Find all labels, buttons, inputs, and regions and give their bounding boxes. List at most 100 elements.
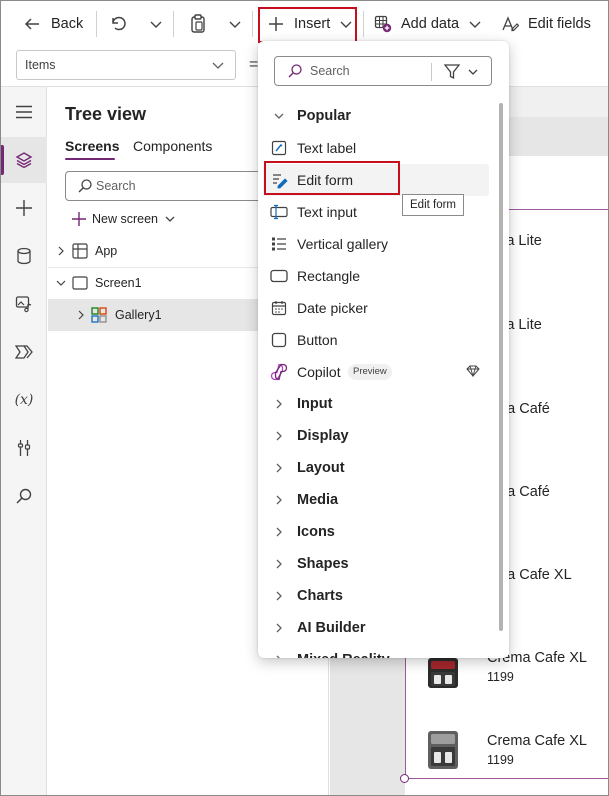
menu-item-label: Mixed Reality — [297, 652, 390, 658]
new-screen-button[interactable]: New screen — [72, 208, 176, 230]
gallery-item-price: 1199 — [487, 753, 514, 767]
advanced-tools-rail-button[interactable] — [1, 425, 47, 471]
menu-item-date-picker[interactable]: Date picker — [258, 292, 509, 324]
menu-item-text-input[interactable]: Text input — [258, 196, 509, 228]
menu-item-label: Input — [297, 396, 333, 412]
menu-category-charts[interactable]: Charts — [258, 580, 509, 612]
menu-category-media[interactable]: Media — [258, 484, 509, 516]
tree-view-title: Tree view — [65, 104, 147, 124]
chevron-right-icon — [270, 491, 288, 509]
layers-icon — [15, 152, 33, 169]
variables-rail-button[interactable]: (x) — [1, 377, 47, 423]
chevron-down-icon[interactable] — [467, 66, 479, 78]
media-rail-button[interactable] — [1, 281, 47, 327]
insert-search-placeholder: Search — [310, 64, 350, 78]
undo-button[interactable] — [109, 9, 127, 39]
menu-item-label: AI Builder — [297, 620, 366, 636]
edit-fields-button[interactable]: Edit fields — [501, 9, 591, 39]
resize-handle[interactable] — [400, 774, 409, 783]
tools-icon — [17, 440, 31, 456]
menu-item-button[interactable]: Button — [258, 324, 509, 356]
search-icon — [288, 64, 302, 78]
chevron-right-icon — [270, 395, 288, 413]
active-tab-indicator — [65, 158, 115, 160]
menu-item-label: Copilot — [297, 364, 341, 380]
menu-item-label: Display — [297, 428, 349, 444]
add-data-button[interactable]: Add data — [374, 9, 482, 39]
search-rail-button[interactable] — [1, 473, 47, 519]
date-picker-icon — [270, 299, 288, 317]
menu-category-shapes[interactable]: Shapes — [258, 548, 509, 580]
tab-screens[interactable]: Screens — [65, 138, 119, 154]
app-icon — [72, 243, 88, 259]
add-data-icon — [374, 15, 392, 33]
menu-item-label: Media — [297, 492, 339, 508]
menu-category-layout[interactable]: Layout — [258, 452, 509, 484]
chevron-right-icon — [270, 619, 288, 637]
property-dropdown[interactable]: Items — [16, 50, 236, 80]
menu-category-mixed-reality[interactable]: Mixed Reality — [258, 644, 509, 658]
menu-item-rectangle[interactable]: Rectangle — [258, 260, 509, 292]
add-data-label: Add data — [401, 16, 460, 32]
plus-icon — [16, 200, 32, 216]
back-label: Back — [51, 16, 84, 32]
menu-category-display[interactable]: Display — [258, 420, 509, 452]
hamburger-icon — [16, 105, 32, 119]
insert-dropdown-menu: Search Popular Text label Edit form Text in… — [258, 41, 509, 658]
divider — [96, 11, 97, 37]
insert-search-input[interactable]: Search — [274, 56, 492, 86]
database-icon — [17, 247, 31, 265]
undo-dropdown[interactable] — [149, 9, 163, 39]
menu-category-popular[interactable]: Popular — [258, 100, 509, 132]
copilot-icon — [270, 363, 288, 381]
divider — [173, 11, 174, 37]
paste-dropdown[interactable] — [228, 9, 242, 39]
back-arrow-icon — [24, 18, 39, 30]
menu-item-label: Layout — [297, 460, 345, 476]
menu-item-copilot[interactable]: Copilot Preview — [258, 356, 509, 388]
menu-item-label: Vertical gallery — [297, 236, 389, 252]
divider — [363, 11, 364, 37]
back-button[interactable]: Back — [23, 9, 83, 39]
chevron-down-icon — [229, 21, 241, 28]
undo-icon — [112, 16, 126, 31]
menu-category-icons[interactable]: Icons — [258, 516, 509, 548]
power-automate-rail-button[interactable] — [1, 329, 47, 375]
filter-icon[interactable] — [443, 63, 461, 81]
premium-diamond-icon — [466, 364, 480, 380]
chevron-down-icon — [150, 21, 162, 28]
chevron-down-icon — [270, 107, 288, 125]
menu-item-vertical-gallery[interactable]: Vertical gallery — [258, 228, 509, 260]
search-icon — [16, 488, 32, 504]
edit-form-tooltip: Edit form — [402, 194, 465, 216]
divider — [431, 63, 432, 81]
gallery-item-price: 1199 — [487, 670, 514, 684]
menu-item-label: Charts — [297, 588, 343, 604]
edit-form-highlight-box — [264, 161, 400, 195]
menu-category-input[interactable]: Input — [258, 388, 509, 420]
menu-button[interactable] — [1, 89, 47, 135]
gallery-item-title: Crema Cafe XL — [487, 733, 587, 749]
tab-components[interactable]: Components — [133, 138, 212, 154]
menu-item-label: Text input — [297, 204, 357, 220]
screen-icon — [72, 276, 88, 290]
chevron-right-icon — [270, 651, 288, 658]
button-icon — [270, 331, 288, 349]
menu-category-ai-builder[interactable]: AI Builder — [258, 612, 509, 644]
text-label-icon — [270, 139, 288, 157]
data-rail-button[interactable] — [1, 233, 47, 279]
tree-view-button[interactable] — [1, 137, 47, 183]
equals-sign: = — [249, 56, 259, 73]
rectangle-icon — [270, 267, 288, 285]
insert-rail-button[interactable] — [1, 185, 47, 231]
chevron-down-icon — [165, 216, 175, 222]
menu-scrollbar[interactable] — [499, 103, 503, 631]
paste-button[interactable] — [189, 9, 207, 39]
product-image — [425, 656, 463, 692]
menu-item-text-label[interactable]: Text label — [258, 132, 509, 164]
menu-item-label: Button — [297, 332, 338, 348]
insert-highlight-box — [258, 7, 357, 43]
menu-item-label: Date picker — [297, 300, 368, 316]
clipboard-icon — [191, 14, 205, 33]
edit-fields-icon — [502, 16, 519, 32]
